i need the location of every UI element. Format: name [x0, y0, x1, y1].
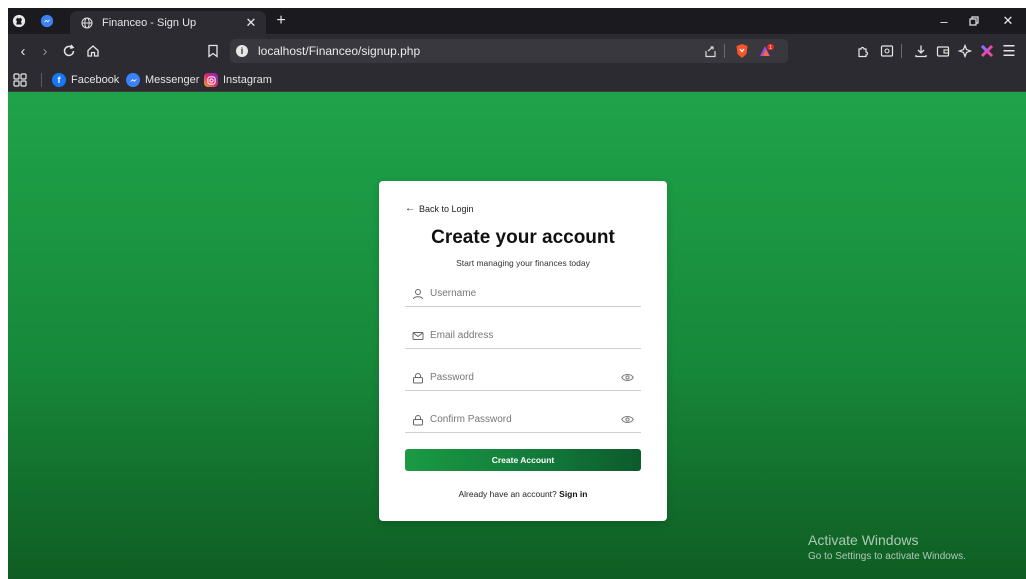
leo-ai-icon[interactable] [956, 42, 974, 60]
user-icon [411, 287, 425, 301]
bookmark-label: Messenger [145, 74, 200, 86]
signup-card: ← Back to Login Create your account Star… [379, 181, 667, 521]
activate-windows-watermark: Activate Windows Go to Settings to activ… [808, 532, 966, 562]
signin-prompt: Already have an account? Sign in [379, 489, 667, 499]
lock-icon [411, 371, 425, 385]
arrow-left-icon: ← [405, 203, 415, 214]
bookmarks-separator [41, 73, 42, 87]
back-to-login-label: Back to Login [419, 203, 474, 214]
confirm-password-field [405, 407, 641, 433]
apps-grid-icon[interactable] [12, 72, 28, 88]
bookmark-label: Instagram [223, 74, 272, 86]
toolbar: ‹ › i localhost/Financeo/signup.php 1 ☰ [8, 34, 1026, 68]
email-input[interactable] [430, 330, 641, 341]
restore-icon[interactable] [964, 13, 984, 29]
signin-prompt-text: Already have an account? [458, 489, 557, 499]
bookmark-facebook[interactable]: f Facebook [52, 71, 119, 89]
extensions-icon[interactable] [854, 42, 872, 60]
email-field [405, 323, 641, 349]
reload-icon[interactable] [60, 42, 78, 60]
username-input[interactable] [430, 288, 641, 299]
menu-icon[interactable]: ☰ [1000, 42, 1018, 60]
lock-icon [411, 413, 425, 427]
new-tab-icon[interactable]: + [272, 12, 290, 30]
eye-icon[interactable] [619, 413, 635, 427]
reader-mode-icon[interactable] [878, 42, 896, 60]
browser-window: Financeo - Sign Up ✕ + – ✕ ‹ › i localho… [8, 8, 1026, 579]
wallet-icon[interactable] [934, 42, 952, 60]
back-icon[interactable]: ‹ [14, 42, 32, 60]
messenger-tab-icon[interactable] [38, 12, 56, 30]
mail-icon [411, 329, 425, 343]
signin-link[interactable]: Sign in [559, 489, 587, 499]
eye-icon[interactable] [619, 371, 635, 385]
close-tab-icon[interactable]: ✕ [242, 14, 260, 32]
back-to-login-link[interactable]: ← Back to Login [405, 203, 474, 214]
address-bar[interactable]: i localhost/Financeo/signup.php 1 [230, 39, 788, 63]
brave-rewards-icon[interactable]: 1 [758, 43, 774, 59]
bookmark-messenger[interactable]: Messenger [126, 71, 199, 89]
bookmark-instagram[interactable]: Instagram [204, 71, 272, 89]
share-icon[interactable] [702, 43, 718, 59]
url-separator [724, 44, 725, 58]
vpn-extension-icon[interactable] [978, 42, 996, 60]
svg-text:1: 1 [769, 45, 772, 51]
messenger-icon [126, 73, 140, 87]
page-background: ← Back to Login Create your account Star… [8, 92, 1026, 579]
confirm-password-input[interactable] [430, 414, 619, 425]
minimize-icon[interactable]: – [934, 13, 954, 29]
facebook-icon: f [52, 73, 66, 87]
close-window-icon[interactable]: ✕ [998, 13, 1018, 29]
url-text[interactable]: localhost/Financeo/signup.php [258, 44, 420, 58]
password-input[interactable] [430, 372, 619, 383]
page-subtitle: Start managing your finances today [456, 258, 590, 268]
brave-shields-icon[interactable] [734, 43, 750, 59]
github-icon[interactable] [10, 12, 28, 30]
bookmark-label: Facebook [71, 74, 120, 86]
forward-icon[interactable]: › [36, 42, 54, 60]
tab-title: Financeo - Sign Up [102, 16, 197, 29]
globe-icon [80, 16, 94, 30]
home-icon[interactable] [84, 42, 102, 60]
instagram-icon [204, 73, 218, 87]
username-field [405, 281, 641, 307]
watermark-subtitle: Go to Settings to activate Windows. [808, 551, 966, 562]
bookmark-icon[interactable] [204, 42, 222, 60]
watermark-title: Activate Windows [808, 532, 919, 548]
password-field [405, 365, 641, 391]
create-account-button[interactable]: Create Account [405, 449, 641, 471]
tab-strip: Financeo - Sign Up ✕ + – ✕ [8, 8, 1026, 34]
tab-signup[interactable]: Financeo - Sign Up ✕ [70, 11, 266, 34]
bookmarks-bar: f Facebook Messenger Instagram [8, 68, 1026, 92]
site-info-icon[interactable]: i [236, 45, 248, 57]
toolbar-separator [901, 44, 902, 58]
page-title: Create your account [431, 227, 615, 248]
screen: Financeo - Sign Up ✕ + – ✕ ‹ › i localho… [0, 0, 1026, 579]
download-icon[interactable] [912, 42, 930, 60]
